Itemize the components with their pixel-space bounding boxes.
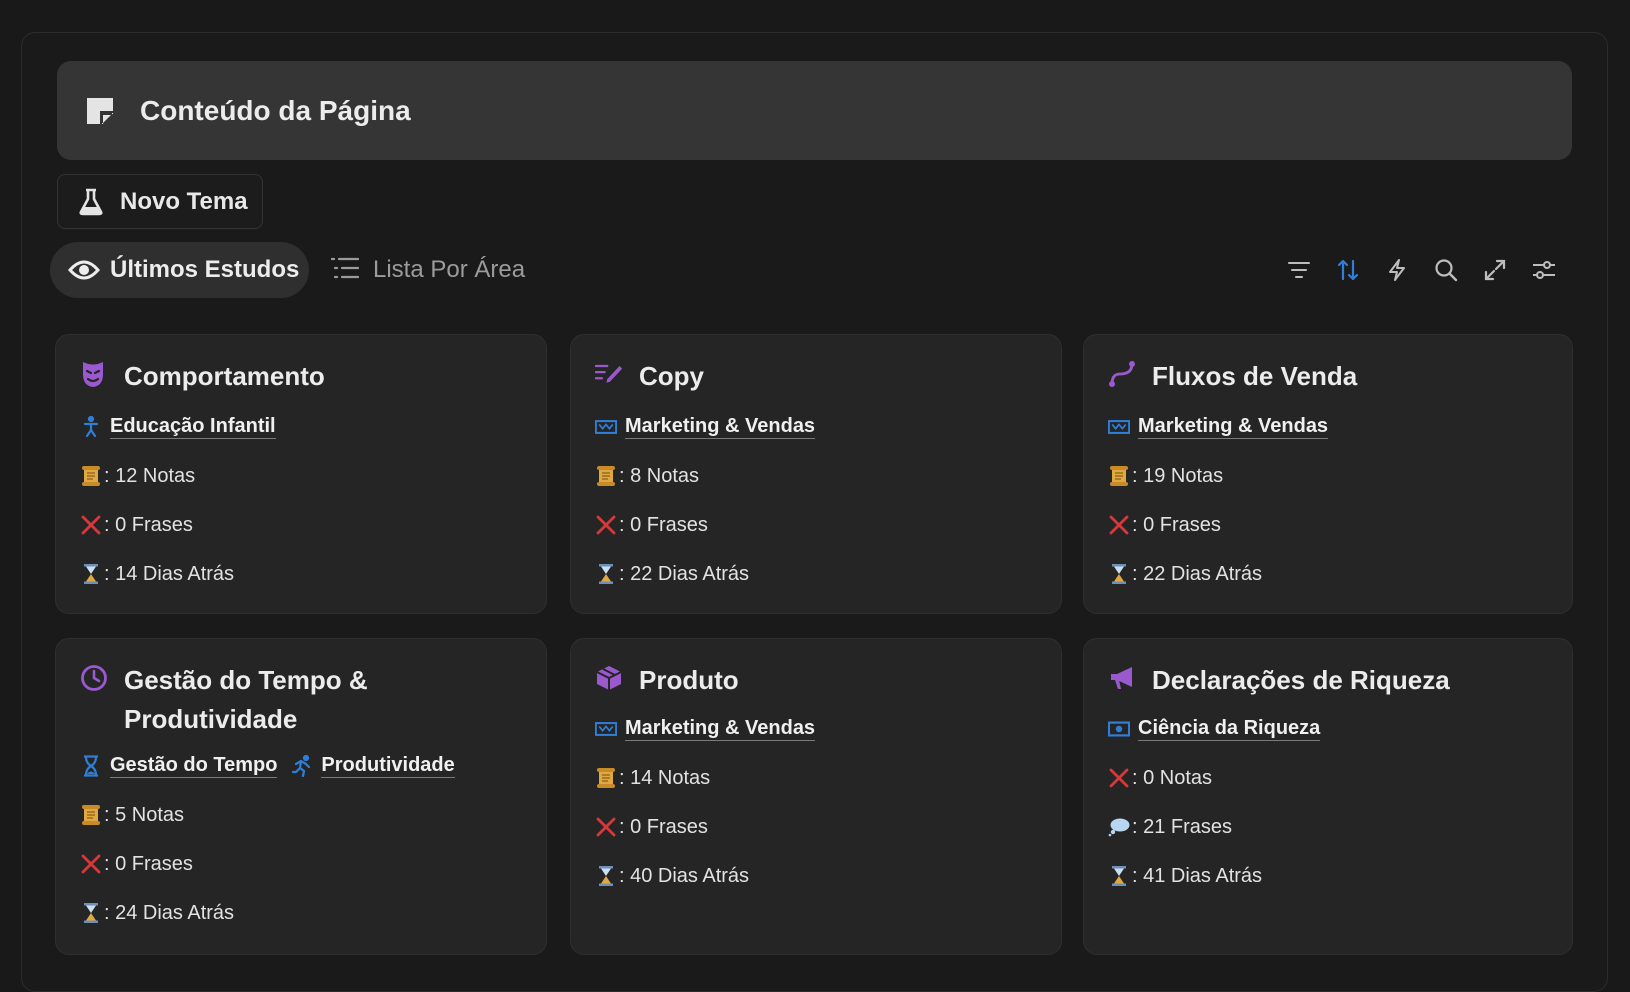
tag-label: Educação Infantil — [110, 415, 276, 439]
notes-count: : 5 Notas — [104, 803, 185, 826]
hourglass-icon — [595, 864, 617, 888]
callout-title: Conteúdo da Página — [140, 94, 411, 126]
person-icon — [80, 415, 102, 439]
tag-link[interactable]: Ciência da Riqueza — [1108, 717, 1321, 741]
card-title: Comportamento — [124, 361, 325, 391]
notes-count: : 19 Notas — [1132, 464, 1224, 487]
phrases-count: : 0 Frases — [104, 513, 193, 536]
megaphone-icon — [1108, 664, 1136, 692]
mask-icon — [80, 360, 108, 388]
phrases-count: : 0 Frases — [619, 513, 708, 536]
flask-icon — [78, 188, 104, 216]
scroll-icon — [1108, 464, 1130, 488]
new-topic-button[interactable]: Novo Tema — [57, 174, 263, 229]
tag-link[interactable]: Marketing & Vendas — [1108, 415, 1329, 439]
cross-mark-icon — [80, 513, 102, 537]
money-icon — [595, 717, 617, 741]
sticky-note-icon — [85, 96, 115, 126]
cross-mark-icon — [1108, 766, 1130, 790]
view-toolbar — [1285, 256, 1579, 284]
money-icon — [1108, 415, 1130, 439]
days-ago: : 24 Dias Atrás — [104, 901, 235, 924]
days-ago: : 40 Dias Atrás — [619, 864, 750, 887]
card-comportamento[interactable]: Comportamento Educação Infantil : 12 Not… — [55, 334, 547, 614]
eye-icon — [68, 256, 100, 284]
notes-count: : 8 Notas — [619, 464, 700, 487]
cross-mark-icon — [80, 852, 102, 876]
tag-link[interactable]: Marketing & Vendas — [595, 717, 816, 741]
days-ago: : 41 Dias Atrás — [1132, 864, 1263, 887]
tag-link[interactable]: Marketing & Vendas — [595, 415, 816, 439]
tag-label: Ciência da Riqueza — [1138, 717, 1321, 741]
thought-balloon-icon — [1108, 815, 1130, 839]
cross-mark-icon — [595, 815, 617, 839]
card-title: Produto — [639, 665, 739, 695]
phrases-count: : 21 Frases — [1132, 815, 1233, 838]
notes-count: : 14 Notas — [619, 766, 711, 789]
tag-label: Produtividade — [321, 754, 455, 778]
money-icon — [1108, 717, 1130, 741]
tag-label: Marketing & Vendas — [625, 415, 816, 439]
tab-list-by-area-label: Lista Por Área — [373, 256, 526, 283]
tab-list-by-area[interactable]: Lista Por Área — [331, 242, 551, 298]
route-icon — [1108, 360, 1136, 388]
tag-label: Marketing & Vendas — [1138, 415, 1329, 439]
new-topic-label: Novo Tema — [120, 187, 248, 215]
tag-link[interactable]: Produtividade — [291, 754, 455, 778]
automation-icon[interactable] — [1383, 256, 1411, 284]
tag-link[interactable]: Gestão do Tempo — [80, 754, 278, 778]
scroll-icon — [80, 464, 102, 488]
scroll-icon — [595, 766, 617, 790]
phrases-count: : 0 Frases — [104, 852, 193, 875]
phrases-count: : 0 Frases — [1132, 513, 1221, 536]
tab-latest-studies-label: Últimos Estudos — [110, 256, 300, 283]
tab-latest-studies[interactable]: Últimos Estudos — [50, 242, 309, 298]
tag-label: Marketing & Vendas — [625, 717, 816, 741]
search-icon[interactable] — [1432, 256, 1460, 284]
filter-icon[interactable] — [1285, 256, 1313, 284]
scroll-icon — [80, 803, 102, 827]
write-icon — [595, 360, 623, 388]
hourglass-icon — [1108, 864, 1130, 888]
tag-link[interactable]: Educação Infantil — [80, 415, 276, 439]
tag-label: Gestão do Tempo — [110, 754, 278, 778]
settings-icon[interactable] — [1530, 256, 1558, 284]
days-ago: : 22 Dias Atrás — [619, 562, 750, 585]
card-title: Fluxos de Venda — [1152, 361, 1358, 391]
card-copy[interactable]: Copy Marketing & Vendas : 8 Notas : 0 Fr… — [570, 334, 1062, 614]
cross-mark-icon — [1108, 513, 1130, 537]
card-gestao-do-tempo[interactable]: Gestão do Tempo & Produtividade Gestão d… — [55, 638, 547, 955]
expand-icon[interactable] — [1481, 256, 1509, 284]
phrases-count: : 0 Frases — [619, 815, 708, 838]
card-title: Copy — [639, 361, 704, 391]
hourglass-icon — [1108, 562, 1130, 586]
money-icon — [595, 415, 617, 439]
sort-icon[interactable] — [1334, 256, 1362, 284]
hourglass-icon — [80, 754, 102, 778]
scroll-icon — [595, 464, 617, 488]
cube-icon — [595, 664, 623, 692]
cross-mark-icon — [595, 513, 617, 537]
hourglass-icon — [80, 562, 102, 586]
card-fluxos-de-venda[interactable]: Fluxos de Venda Marketing & Vendas : 19 … — [1083, 334, 1573, 614]
card-produto[interactable]: Produto Marketing & Vendas : 14 Notas : … — [570, 638, 1062, 955]
clock-icon — [80, 664, 108, 692]
days-ago: : 22 Dias Atrás — [1132, 562, 1263, 585]
card-title: Gestão do Tempo & Produtividade — [124, 665, 368, 734]
card-declaracoes-de-riqueza[interactable]: Declarações de Riqueza Ciência da Riquez… — [1083, 638, 1573, 955]
hourglass-icon — [80, 901, 102, 925]
card-title: Declarações de Riqueza — [1152, 665, 1450, 695]
notes-count: : 0 Notas — [1132, 766, 1213, 789]
runner-icon — [291, 754, 313, 778]
days-ago: : 14 Dias Atrás — [104, 562, 235, 585]
list-icon — [331, 256, 363, 284]
page-content-callout: Conteúdo da Página — [57, 61, 1572, 160]
notes-count: : 12 Notas — [104, 464, 196, 487]
hourglass-icon — [595, 562, 617, 586]
